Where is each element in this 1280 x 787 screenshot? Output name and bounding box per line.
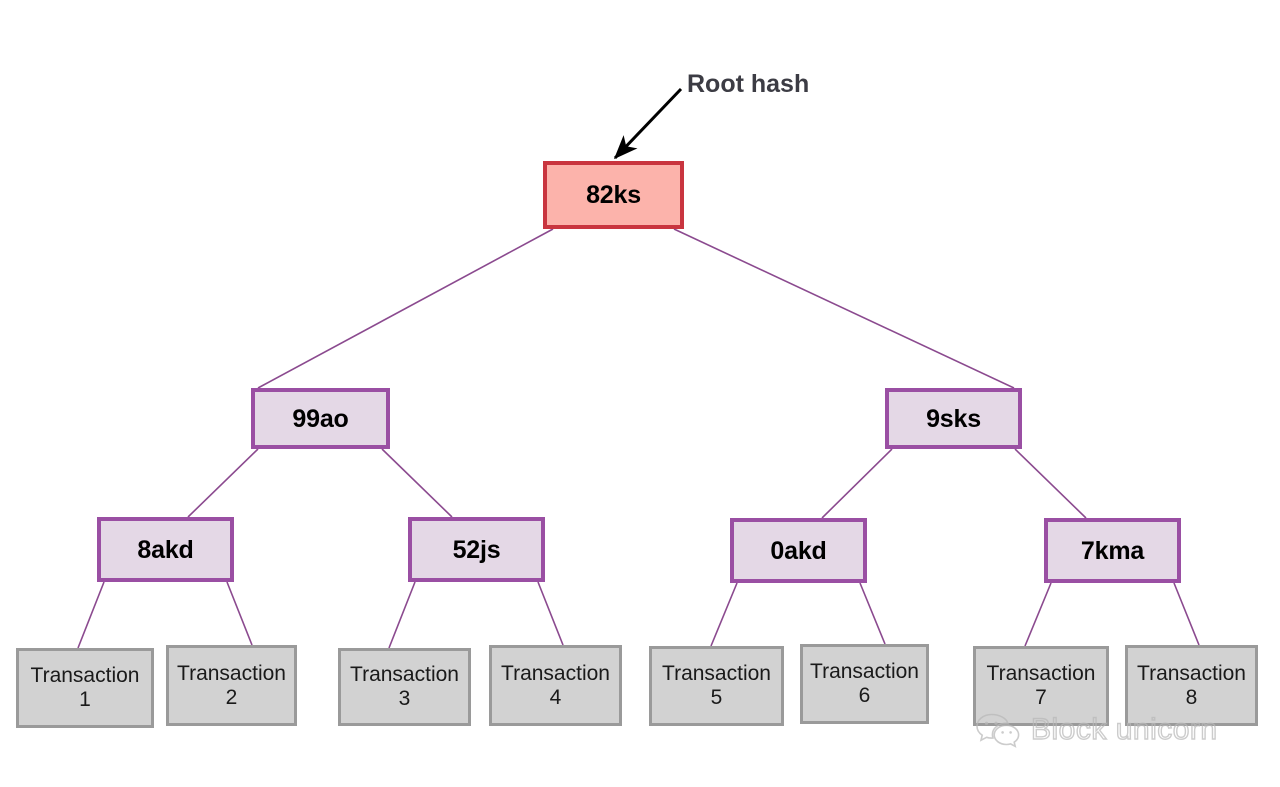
hash-node-99ao[interactable]: 99ao bbox=[251, 388, 390, 449]
hash-label: 9sks bbox=[926, 404, 981, 433]
hash-label: 99ao bbox=[292, 404, 349, 433]
transaction-node-1[interactable]: Transaction 1 bbox=[16, 648, 154, 728]
transaction-number: 4 bbox=[549, 685, 562, 709]
root-hash-label: Root hash bbox=[687, 70, 810, 98]
hash-label: 7kma bbox=[1080, 536, 1145, 565]
edge bbox=[859, 582, 886, 645]
transaction-node-3[interactable]: Transaction 3 bbox=[338, 648, 471, 726]
diagram-canvas: Root hash 82ks 99ao 9sks 8akd 52js 0akd 7kma Tr… bbox=[0, 0, 1280, 787]
transaction-number: 5 bbox=[710, 686, 723, 709]
transaction-label: Transaction bbox=[810, 660, 919, 684]
transaction-number: 1 bbox=[79, 688, 91, 711]
hash-node-8akd[interactable]: 8akd bbox=[97, 517, 234, 582]
hash-node-0akd[interactable]: 0akd bbox=[730, 518, 867, 583]
transaction-node-4[interactable]: Transaction 4 bbox=[489, 645, 622, 726]
transaction-node-5[interactable]: Transaction 5 bbox=[649, 646, 784, 726]
edge bbox=[1024, 582, 1052, 647]
transaction-label: Transaction bbox=[662, 662, 771, 686]
hash-label: 0akd bbox=[770, 536, 827, 565]
edge bbox=[381, 448, 453, 518]
edge bbox=[257, 228, 554, 389]
root-hash-arrow bbox=[613, 87, 683, 160]
transaction-label: Transaction bbox=[986, 662, 1096, 686]
transaction-number: 7 bbox=[1035, 686, 1047, 709]
transaction-number: 2 bbox=[225, 685, 238, 709]
hash-label: 52js bbox=[452, 535, 501, 564]
transaction-label: Transaction bbox=[501, 661, 610, 685]
edge bbox=[537, 581, 564, 646]
transaction-label: Transaction bbox=[350, 663, 459, 687]
transaction-label: Transaction bbox=[1137, 661, 1246, 685]
edge bbox=[710, 582, 738, 647]
transaction-node-6[interactable]: Transaction 6 bbox=[800, 644, 929, 724]
transaction-number: 8 bbox=[1185, 685, 1198, 709]
hash-label: 82ks bbox=[586, 181, 641, 209]
transaction-node-7[interactable]: Transaction 7 bbox=[973, 646, 1109, 726]
edge bbox=[673, 228, 1015, 389]
hash-node-7kma[interactable]: 7kma bbox=[1044, 518, 1181, 583]
transaction-label: Transaction bbox=[177, 661, 286, 685]
edge bbox=[187, 448, 259, 518]
transaction-number: 6 bbox=[858, 684, 871, 707]
edge bbox=[1173, 582, 1200, 646]
transaction-node-2[interactable]: Transaction 2 bbox=[166, 645, 297, 726]
tree-edges bbox=[77, 228, 1200, 649]
transaction-label: Transaction bbox=[30, 664, 140, 688]
transaction-number: 3 bbox=[398, 687, 411, 710]
root-hash-node-82ks[interactable]: 82ks bbox=[543, 161, 684, 229]
edge bbox=[1014, 448, 1087, 519]
hash-label: 8akd bbox=[137, 535, 194, 564]
edge bbox=[77, 581, 105, 649]
arrow-line bbox=[613, 87, 683, 160]
transaction-node-8[interactable]: Transaction 8 bbox=[1125, 645, 1258, 726]
hash-node-9sks[interactable]: 9sks bbox=[885, 388, 1022, 449]
edge bbox=[226, 581, 253, 646]
edge bbox=[388, 581, 416, 649]
hash-node-52js[interactable]: 52js bbox=[408, 517, 545, 582]
edge bbox=[821, 448, 893, 519]
